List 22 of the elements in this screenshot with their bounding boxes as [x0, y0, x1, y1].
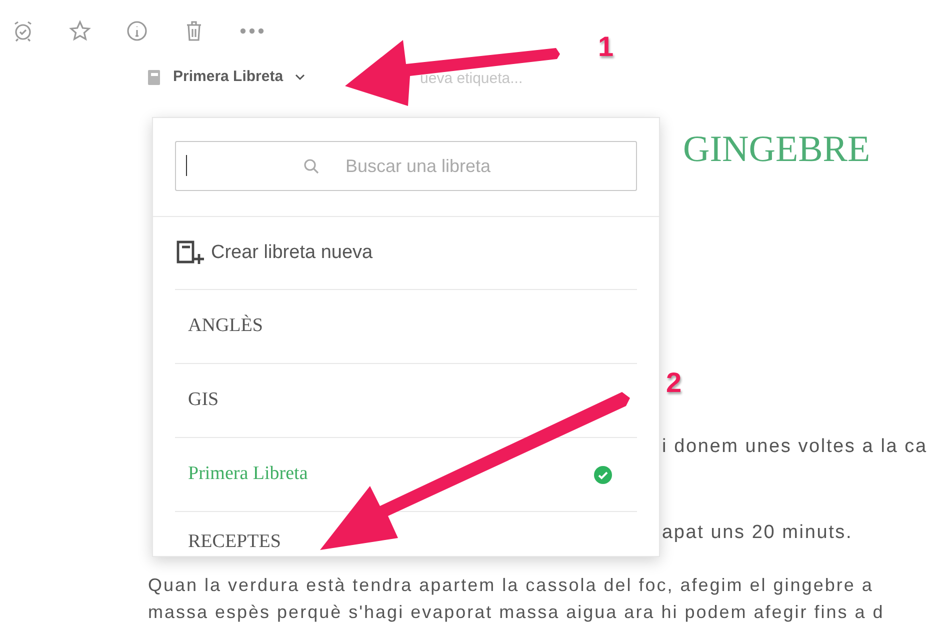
search-field[interactable]: Buscar una libreta [175, 141, 637, 191]
annotation-number: 2 [666, 366, 682, 400]
annotation-number: 1 [598, 30, 614, 64]
tag-field[interactable]: ueva etiqueta... [420, 68, 566, 90]
info-icon[interactable] [125, 18, 149, 42]
note-title: GINGEBRE [683, 129, 870, 170]
search-icon [303, 158, 319, 174]
chevron-down-icon [295, 74, 306, 80]
note-text: Quan la verdura està tendra apartem la cassola del foc, afegim el gingebre a [148, 574, 874, 597]
create-notebook-button[interactable]: Crear libreta nueva [175, 217, 637, 290]
text-cursor [186, 155, 187, 176]
check-circle-icon [594, 466, 612, 484]
more-icon[interactable] [239, 26, 265, 34]
notebook-item[interactable]: ANGLÈS [175, 290, 637, 364]
notebook-icon [148, 70, 160, 84]
star-icon[interactable] [68, 18, 92, 42]
notebook-item[interactable]: RECEPTES [175, 512, 637, 556]
note-text: i donem unes voltes a la ca [662, 436, 928, 457]
notebook-selector[interactable]: Primera Libreta [173, 66, 306, 88]
note-text: apat uns 20 minuts. [662, 522, 853, 543]
add-notebook-icon [175, 240, 207, 266]
note-text: massa espès perquè s'hagi evaporat massa aigua ara hi podem afegir fins a d [148, 601, 886, 624]
